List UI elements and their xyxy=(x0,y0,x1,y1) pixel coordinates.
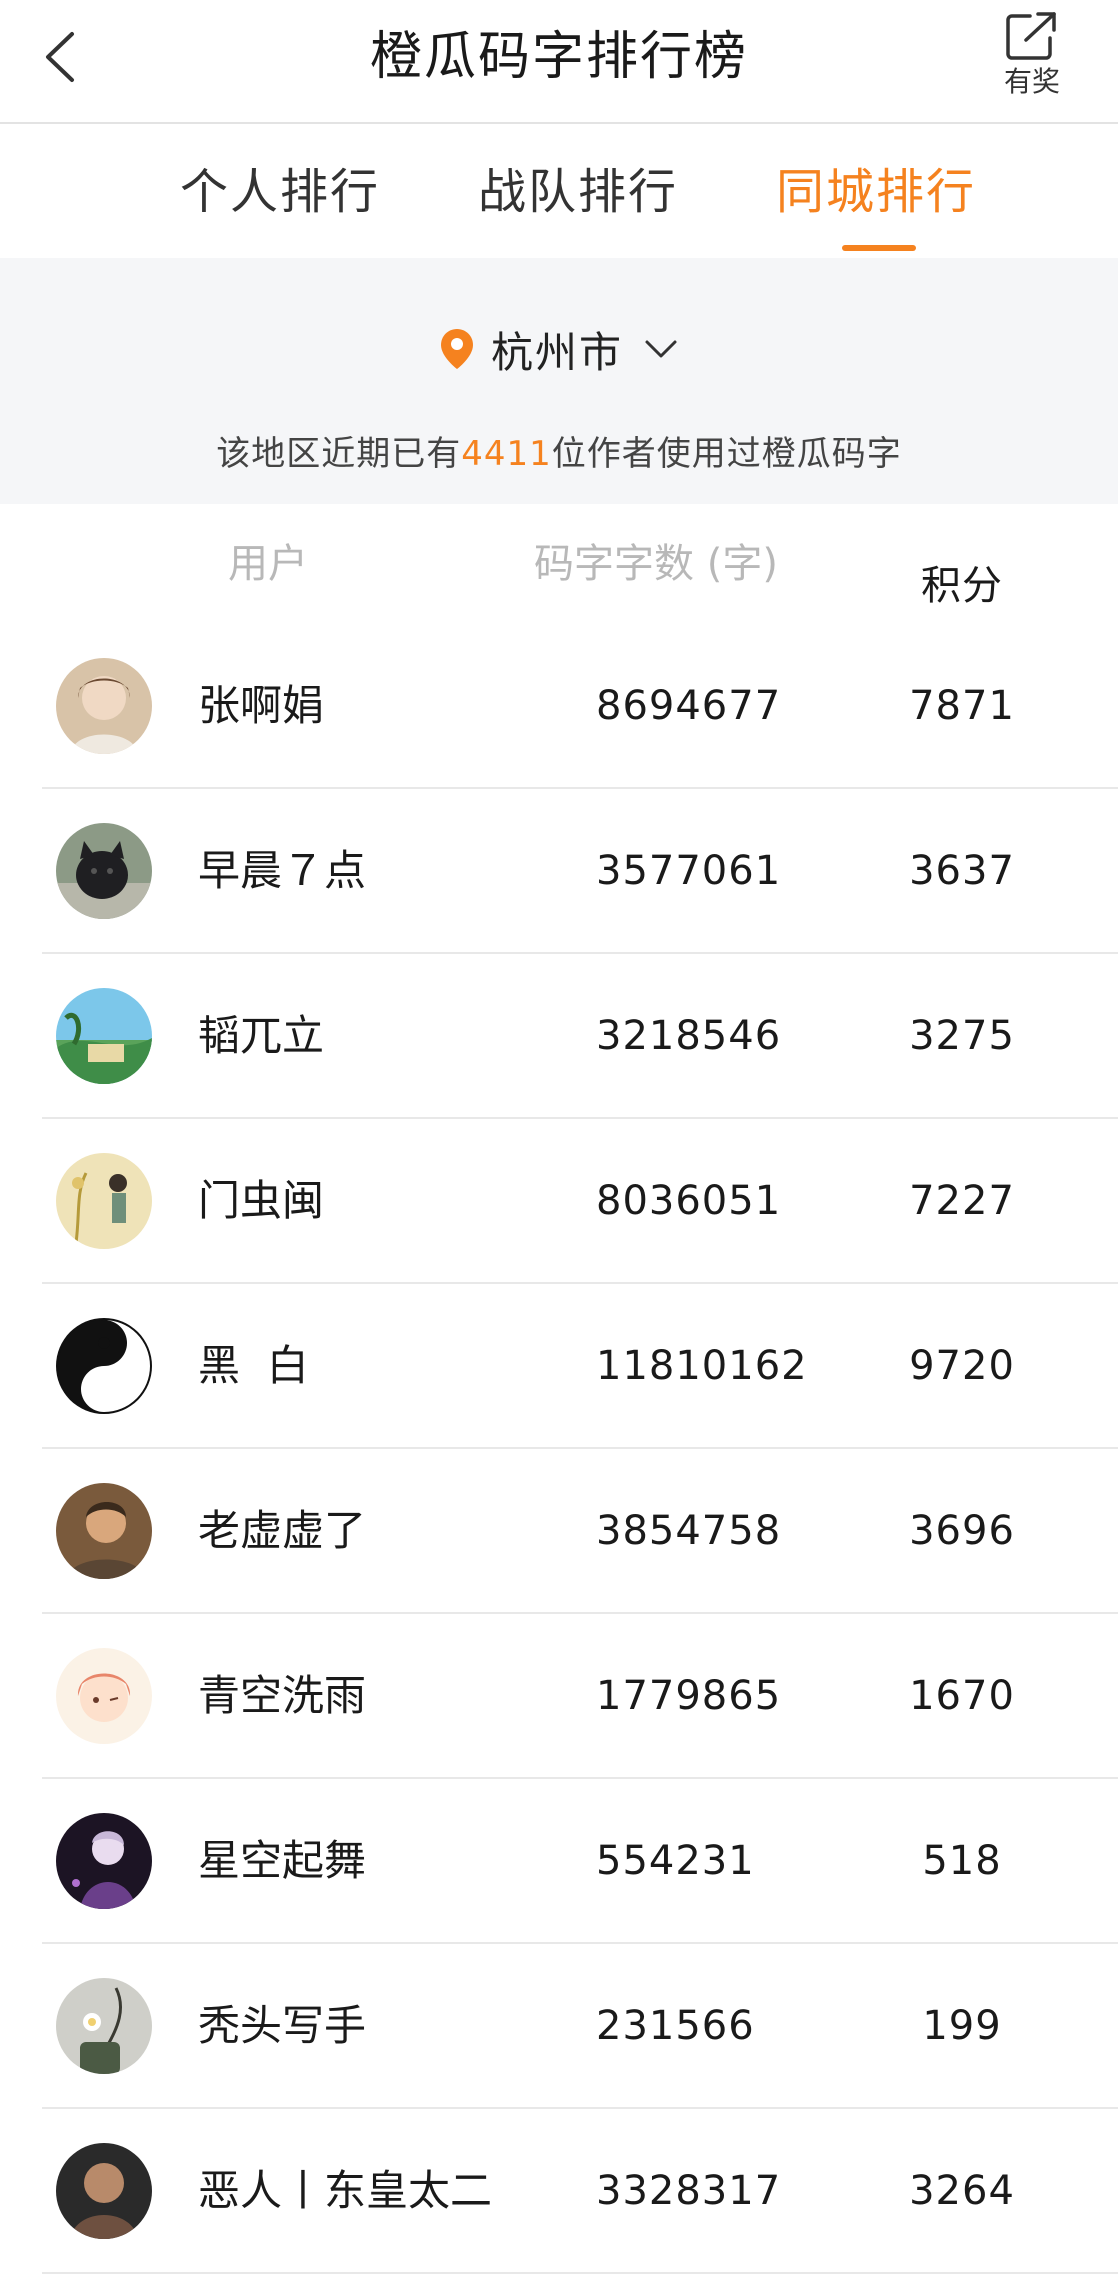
column-header-words: 码字字数 (字) xyxy=(534,541,778,587)
avatar[interactable] xyxy=(56,1318,152,1414)
user-name: 秃头写手 xyxy=(198,2001,367,2050)
user-name: 韬兀立 xyxy=(198,1011,325,1060)
word-count: 3218546 xyxy=(596,1013,782,1059)
dog-avatar-icon xyxy=(56,823,152,919)
location-pin-icon xyxy=(440,329,473,369)
table-row[interactable]: 黑 白 11810162 9720 xyxy=(0,1284,1118,1449)
anime-dark-avatar-icon xyxy=(56,1813,152,1909)
word-count: 3328317 xyxy=(596,2168,782,2214)
table-row[interactable]: 星空起舞 554231 518 xyxy=(0,1779,1118,1944)
word-count: 554231 xyxy=(596,1838,755,1884)
user-name: 张啊娟 xyxy=(198,681,325,730)
avatar[interactable] xyxy=(56,823,152,919)
table-row[interactable]: 老虚虚了 3854758 3696 xyxy=(0,1449,1118,1614)
flower-avatar-icon xyxy=(56,1978,152,2074)
city-info-suffix: 位作者使用过橙瓜码字 xyxy=(551,434,902,474)
word-count: 1779865 xyxy=(596,1673,782,1719)
score: 1670 xyxy=(909,1673,1015,1719)
user-name: 青空洗雨 xyxy=(198,1671,367,1720)
city-name: 杭州市 xyxy=(490,327,623,377)
score: 7871 xyxy=(909,683,1015,729)
score: 3696 xyxy=(909,1508,1015,1554)
share-button[interactable]: 有奖 xyxy=(990,10,1074,106)
tab-team-ranking[interactable]: 战队排行 xyxy=(458,162,698,222)
user-name: 星空起舞 xyxy=(198,1836,367,1885)
avatar[interactable] xyxy=(56,658,152,754)
tab-personal-ranking[interactable]: 个人排行 xyxy=(160,162,400,222)
table-row[interactable]: 张啊娟 8694677 7871 xyxy=(0,624,1118,789)
score: 3275 xyxy=(909,1013,1015,1059)
score: 3637 xyxy=(909,848,1015,894)
word-count: 231566 xyxy=(596,2003,755,2049)
avatar[interactable] xyxy=(56,1648,152,1744)
score: 7227 xyxy=(909,1178,1015,1224)
user-name: 黑 白 xyxy=(198,1341,309,1390)
ranking-tabs: 个人排行 战队排行 同城排行 xyxy=(0,124,1118,258)
avatar[interactable] xyxy=(56,1813,152,1909)
author-count: 4411 xyxy=(461,434,552,474)
city-selector[interactable]: 杭州市 xyxy=(0,314,1118,384)
table-row[interactable]: 青空洗雨 1779865 1670 xyxy=(0,1614,1118,1779)
illustration-avatar-icon xyxy=(56,1153,152,1249)
table-row[interactable]: 恶人丨东皇太二 3328317 3264 xyxy=(0,2109,1118,2274)
user-name: 门虫闽 xyxy=(198,1176,325,1225)
avatar[interactable] xyxy=(56,2143,152,2239)
score: 9720 xyxy=(909,1343,1015,1389)
word-count: 8694677 xyxy=(596,683,782,729)
table-row[interactable]: 秃头写手 231566 199 xyxy=(0,1944,1118,2109)
user-avatar-icon xyxy=(56,1483,152,1579)
chevron-down-icon xyxy=(645,340,677,358)
city-panel: 杭州市 该地区近期已有4411位作者使用过橙瓜码字 xyxy=(0,258,1118,504)
word-count: 11810162 xyxy=(596,1343,808,1389)
score: 3264 xyxy=(909,2168,1015,2214)
city-author-info: 该地区近期已有4411位作者使用过橙瓜码字 xyxy=(0,432,1118,476)
score: 518 xyxy=(922,1838,1002,1884)
avatar[interactable] xyxy=(56,1483,152,1579)
active-tab-indicator xyxy=(842,245,916,251)
word-count: 3854758 xyxy=(596,1508,782,1554)
avatar[interactable] xyxy=(56,1153,152,1249)
table-row[interactable]: 早晨７点 3577061 3637 xyxy=(0,789,1118,954)
top-navigation-bar: 橙瓜码字排行榜 有奖 xyxy=(0,0,1118,124)
tab-city-ranking[interactable]: 同城排行 xyxy=(756,162,996,222)
table-row[interactable]: 门虫闽 8036051 7227 xyxy=(0,1119,1118,1284)
share-label: 有奖 xyxy=(1003,65,1060,98)
avatar[interactable] xyxy=(56,1978,152,2074)
column-header-user: 用户 xyxy=(228,541,308,587)
user-name: 老虚虚了 xyxy=(198,1506,367,1555)
table-header: 用户 码字字数 (字) 积分 xyxy=(0,504,1118,624)
avatar[interactable] xyxy=(56,988,152,1084)
city-info-prefix: 该地区近期已有 xyxy=(216,434,462,474)
yin-yang-avatar-icon xyxy=(56,1318,152,1414)
table-row[interactable]: 韬兀立 3218546 3275 xyxy=(0,954,1118,1119)
landscape-avatar-icon xyxy=(56,988,152,1084)
word-count: 3577061 xyxy=(596,848,782,894)
page-title: 橙瓜码字排行榜 xyxy=(369,27,748,87)
user-name: 恶人丨东皇太二 xyxy=(198,2166,493,2215)
share-icon xyxy=(1006,12,1056,60)
ranking-list: 张啊娟 8694677 7871 早晨７点 3577061 3637 韬兀立 3… xyxy=(0,624,1118,2274)
user-name: 早晨７点 xyxy=(198,846,367,895)
user-avatar-icon xyxy=(56,2143,152,2239)
anime-avatar-icon xyxy=(56,1648,152,1744)
user-avatar-icon xyxy=(56,658,152,754)
score: 199 xyxy=(922,2003,1002,2049)
word-count: 8036051 xyxy=(596,1178,782,1224)
column-header-score: 积分 xyxy=(921,563,1003,609)
